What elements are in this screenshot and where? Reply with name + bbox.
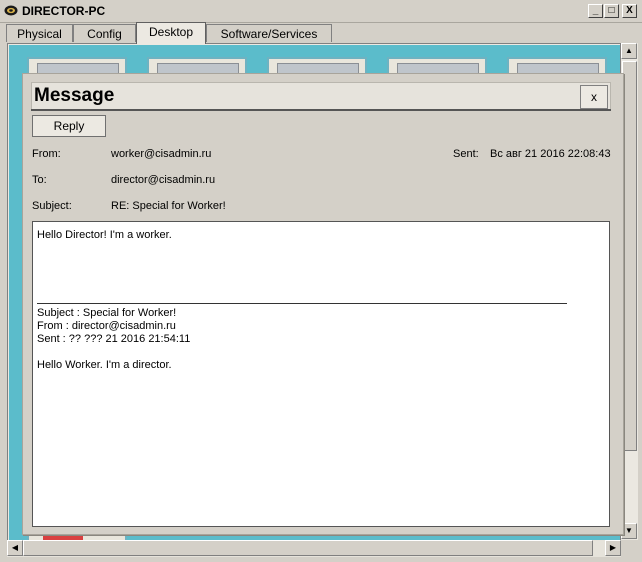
header-divider	[31, 109, 611, 111]
sent-label: Sent:	[453, 148, 479, 160]
minimize-button[interactable]: _	[588, 4, 603, 18]
tab-config[interactable]: Config	[73, 24, 136, 42]
tab-software-services[interactable]: Software/Services	[206, 24, 332, 42]
quoted-text: Hello Worker. I'm a director.	[37, 359, 172, 371]
quoted-sent: Sent : ?? ??? 21 2016 21:54:11	[37, 333, 191, 345]
scroll-left-icon[interactable]: ◀	[7, 540, 23, 556]
message-body[interactable]: Hello Director! I'm a worker. Subject : …	[32, 221, 610, 527]
horizontal-scrollbar[interactable]: ◀ ▶	[7, 540, 621, 557]
to-label: To:	[32, 174, 47, 186]
scroll-right-icon[interactable]: ▶	[605, 540, 621, 556]
from-label: From:	[32, 148, 61, 160]
scroll-thumb[interactable]	[622, 61, 637, 451]
message-dialog: Message x Reply From: worker@cisadmin.ru…	[22, 73, 624, 535]
dialog-header: Message	[31, 82, 611, 110]
close-window-button[interactable]: X	[622, 4, 637, 18]
tab-physical[interactable]: Physical	[6, 24, 73, 42]
body-line: Hello Director! I'm a worker.	[37, 229, 172, 241]
tab-desktop[interactable]: Desktop	[136, 22, 206, 44]
close-button[interactable]: x	[580, 85, 608, 109]
quoted-subject: Subject : Special for Worker!	[37, 307, 177, 319]
sent-value: Вс авг 21 2016 22:08:43	[490, 148, 611, 160]
app-logo-icon	[4, 4, 18, 17]
quote-separator	[37, 303, 567, 304]
from-value: worker@cisadmin.ru	[111, 148, 212, 160]
reply-button[interactable]: Reply	[32, 115, 106, 137]
quoted-from: From : director@cisadmin.ru	[37, 320, 176, 332]
scroll-up-icon[interactable]: ▲	[621, 43, 637, 59]
window-title: DIRECTOR-PC	[22, 4, 106, 18]
scroll-thumb[interactable]	[23, 540, 593, 556]
subject-value: RE: Special for Worker!	[111, 200, 226, 212]
maximize-button[interactable]: □	[604, 4, 619, 18]
title-bar: DIRECTOR-PC _ □ X	[0, 0, 642, 23]
subject-label: Subject:	[32, 200, 72, 212]
to-value: director@cisadmin.ru	[111, 174, 216, 186]
dialog-title: Message	[34, 85, 115, 106]
